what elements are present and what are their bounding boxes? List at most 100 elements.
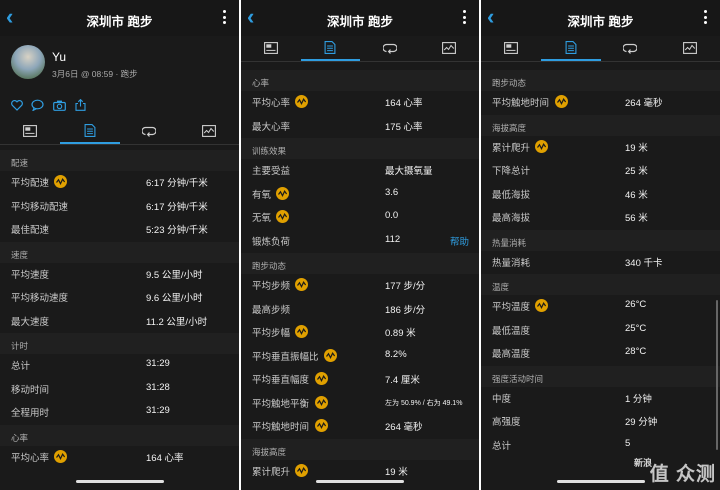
stat-value: 56 米	[625, 213, 648, 224]
like-icon[interactable]	[11, 98, 23, 116]
stat-row: 全程用时 31:29	[0, 401, 239, 423]
home-indicator	[316, 480, 404, 483]
stat-value: 0.0	[385, 210, 399, 221]
tab-stats[interactable]	[300, 37, 361, 61]
section-header: 计时	[0, 333, 239, 354]
tab-overview[interactable]	[0, 120, 60, 142]
more-menu-icon[interactable]	[704, 10, 708, 26]
section-title: 强度活动时间	[492, 373, 544, 384]
section-header: 热量消耗	[481, 229, 720, 251]
stat-label: 最低海拔	[492, 189, 531, 201]
stat-label: 平均心率	[252, 98, 291, 109]
stat-label: 最低温度	[492, 325, 531, 337]
section-title: 海拔高度	[492, 122, 527, 133]
stat-row: 平均移动配速 6:17 分钟/千米	[0, 195, 239, 217]
tab-chart[interactable]	[660, 37, 720, 59]
gauge-icon[interactable]	[276, 210, 290, 223]
stats-icon	[565, 41, 577, 59]
stat-row: 平均配速 6:17 分钟/千米	[0, 171, 239, 193]
stat-value: 11.2 公里/小时	[146, 316, 208, 328]
gauge-icon[interactable]	[295, 278, 309, 291]
stat-value: 112	[385, 233, 401, 245]
scrollbar[interactable]	[716, 300, 718, 450]
gauge-icon[interactable]	[535, 299, 549, 312]
tab-laps[interactable]	[360, 37, 420, 59]
gauge-icon[interactable]	[554, 95, 568, 108]
stat-value: 46 米	[625, 189, 648, 201]
tab-chart[interactable]	[420, 37, 480, 59]
gauge-icon[interactable]	[54, 175, 68, 188]
stat-value: 25 米	[625, 166, 648, 177]
section-title: 计时	[11, 341, 29, 351]
tab-stats[interactable]	[540, 37, 601, 61]
tab-divider	[0, 144, 239, 145]
stat-row: 平均速度 9.5 公里/小时	[0, 263, 239, 285]
stat-row: 平均移动速度 9.6 公里/小时	[0, 286, 239, 308]
gauge-icon[interactable]	[54, 449, 68, 463]
stat-row: 无氧 0.0	[241, 206, 479, 228]
avatar[interactable]	[11, 45, 45, 79]
stat-value: 1 分钟	[625, 393, 652, 405]
tab-divider	[241, 61, 479, 62]
help-link[interactable]: 帮助	[450, 234, 469, 248]
gauge-icon[interactable]	[295, 95, 309, 108]
stat-label: 累计爬升	[492, 142, 531, 154]
stat-row: 累计爬升 19 米	[481, 136, 720, 158]
section-header: 训练效果	[241, 138, 479, 159]
tab-stats[interactable]	[59, 120, 120, 144]
section-header: 强度活动时间	[481, 365, 720, 387]
stat-value: 264 毫秒	[385, 422, 423, 433]
activity-date: 3月6日 @ 08:59 · 跑步	[52, 69, 138, 79]
section-header: 心率	[0, 424, 239, 446]
page-title: 深圳市 跑步	[86, 15, 153, 29]
section-header: 跑步动态	[241, 253, 479, 274]
stat-label: 平均步幅	[252, 328, 291, 339]
tab-laps[interactable]	[601, 37, 661, 59]
page-title: 深圳市 跑步	[567, 15, 634, 29]
stats-icon	[324, 41, 336, 59]
gauge-icon[interactable]	[314, 395, 328, 409]
stat-label: 移动时间	[11, 384, 50, 396]
stat-value: 7.4 厘米	[385, 375, 420, 386]
gauge-icon[interactable]	[295, 463, 309, 477]
stat-label: 总计	[492, 440, 512, 452]
stat-label: 最高海拔	[492, 213, 531, 224]
camera-icon[interactable]	[53, 98, 66, 116]
section-title: 配速	[11, 158, 29, 168]
gauge-icon[interactable]	[295, 325, 309, 338]
section-title: 跑步动态	[492, 78, 527, 88]
comment-icon[interactable]	[31, 98, 44, 116]
stat-label: 下降总计	[492, 166, 531, 177]
gauge-icon[interactable]	[314, 372, 328, 385]
tab-overview[interactable]	[241, 37, 301, 59]
stat-row: 累计爬升 19 米	[241, 460, 479, 482]
stat-label: 主要受益	[252, 166, 291, 177]
laps-icon	[141, 124, 157, 142]
stat-label: 平均速度	[11, 269, 50, 281]
stat-label: 锻炼负荷	[252, 236, 291, 248]
gauge-icon[interactable]	[276, 186, 290, 200]
overview-icon	[22, 124, 37, 142]
section-header: 温度	[481, 274, 720, 295]
stat-value: 5	[625, 437, 631, 449]
gauge-icon[interactable]	[314, 419, 328, 432]
stat-value: 29 分钟	[625, 417, 658, 428]
stat-row: 平均触地平衡 左为 50.9% / 右为 49.1%	[241, 392, 479, 414]
page-title: 深圳市 跑步	[327, 15, 393, 29]
stat-value: 左为 50.9% / 右为 49.1%	[385, 399, 463, 407]
tab-overview[interactable]	[481, 37, 541, 59]
gauge-icon[interactable]	[535, 139, 549, 153]
tab-laps[interactable]	[120, 120, 180, 142]
section-title: 海拔高度	[252, 446, 287, 457]
more-menu-icon[interactable]	[463, 10, 467, 26]
more-menu-icon[interactable]	[223, 10, 227, 26]
top-bar: ‹ 深圳市 跑步	[241, 0, 479, 36]
stat-value: 164 心率	[146, 452, 184, 464]
tab-bar	[241, 37, 480, 61]
gauge-icon[interactable]	[324, 348, 338, 362]
stat-row: 有氧 3.6	[241, 183, 479, 205]
share-icon[interactable]	[75, 98, 86, 116]
stat-label: 无氧	[252, 213, 272, 224]
section-title: 训练效果	[252, 146, 287, 156]
tab-chart[interactable]	[179, 120, 239, 142]
